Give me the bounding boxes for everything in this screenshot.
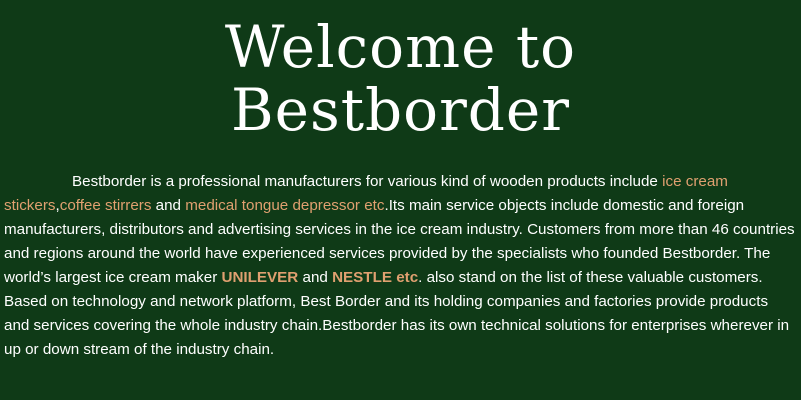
intro-text-5: and [298,269,333,286]
intro-text-3: and [151,197,186,214]
title-line-2: Bestborder [231,76,570,144]
medical-tongue-depressor-link[interactable]: medical tongue depressor etc [185,197,384,214]
brand-nestle: NESTLE etc [332,269,419,286]
intro-text-1: Bestborder is a professional manufacture… [72,173,663,190]
coffee-stirrers-link[interactable]: coffee stirrers [60,197,152,214]
title-line-1: Welcome to [224,13,577,81]
brand-unilever: UNILEVER [221,269,299,286]
page-title: Welcome to Bestborder [0,0,801,142]
intro-paragraph: Bestborder is a professional manufacture… [4,170,797,362]
welcome-section: Welcome to Bestborder Bestborder is a pr… [0,0,801,400]
